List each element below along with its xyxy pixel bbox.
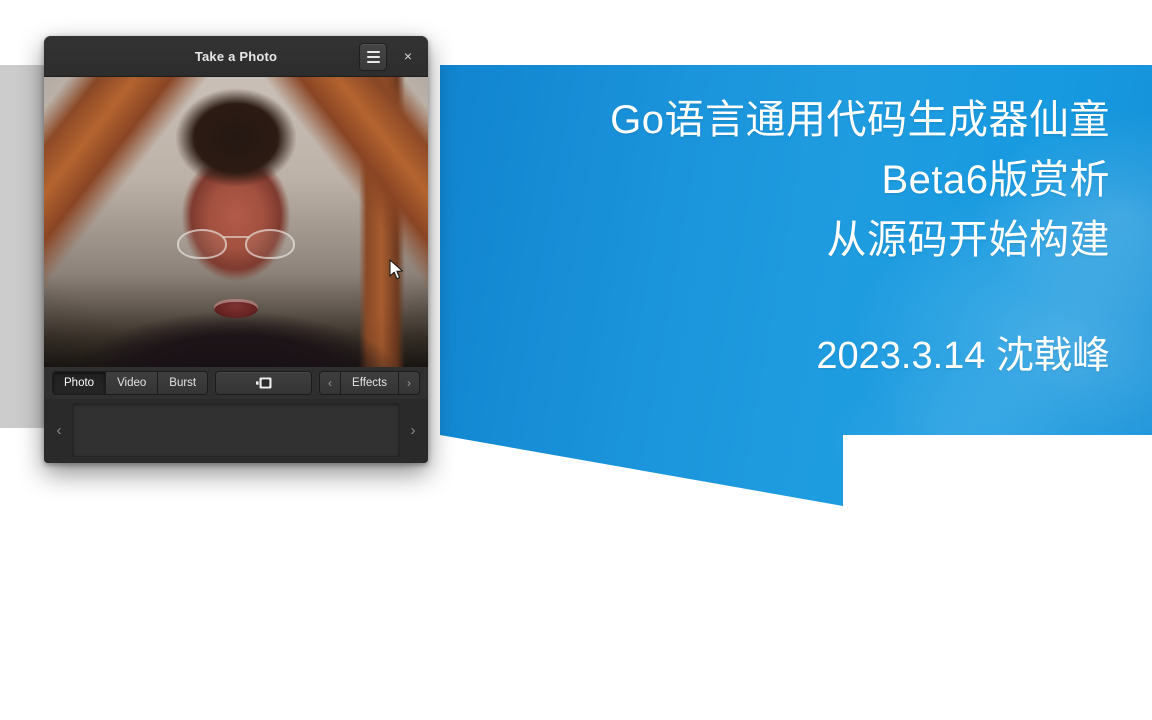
mode-button-burst[interactable]: Burst [158,372,208,394]
gallery-next-button[interactable]: › [400,403,426,457]
photo-gallery-strip[interactable]: ‹ › [44,399,428,463]
mode-button-photo[interactable]: Photo [53,372,107,394]
effects-next-button[interactable]: › [399,372,419,394]
window-titlebar[interactable]: Take a Photo × [44,36,428,77]
effects-prev-button[interactable]: ‹ [320,372,342,394]
hamburger-icon-bar [366,61,380,63]
camera-toolbar[interactable]: Photo Video Burst ‹ Effects › [44,367,428,399]
take-a-photo-window[interactable]: Take a Photo × Photo Video Burst ‹ Effec… [44,36,428,463]
hamburger-menu-button[interactable] [359,43,387,71]
close-icon[interactable]: × [398,46,418,66]
mode-selector[interactable]: Photo Video Burst [52,371,209,395]
webcam-preview[interactable] [44,77,428,367]
slide-blue-banner [440,65,1152,506]
effects-button[interactable]: Effects [341,372,399,394]
hamburger-icon-bar [366,56,380,58]
gallery-thumbnail-tray[interactable] [72,403,400,457]
hamburger-icon-bar [366,51,380,53]
effects-selector[interactable]: ‹ Effects › [319,371,420,395]
window-title: Take a Photo [194,48,278,64]
capture-photo-button[interactable] [215,371,313,395]
mode-button-video[interactable]: Video [106,372,159,394]
webcam-vignette [44,77,428,367]
gallery-prev-button[interactable]: ‹ [46,403,72,457]
camera-icon [255,377,272,389]
